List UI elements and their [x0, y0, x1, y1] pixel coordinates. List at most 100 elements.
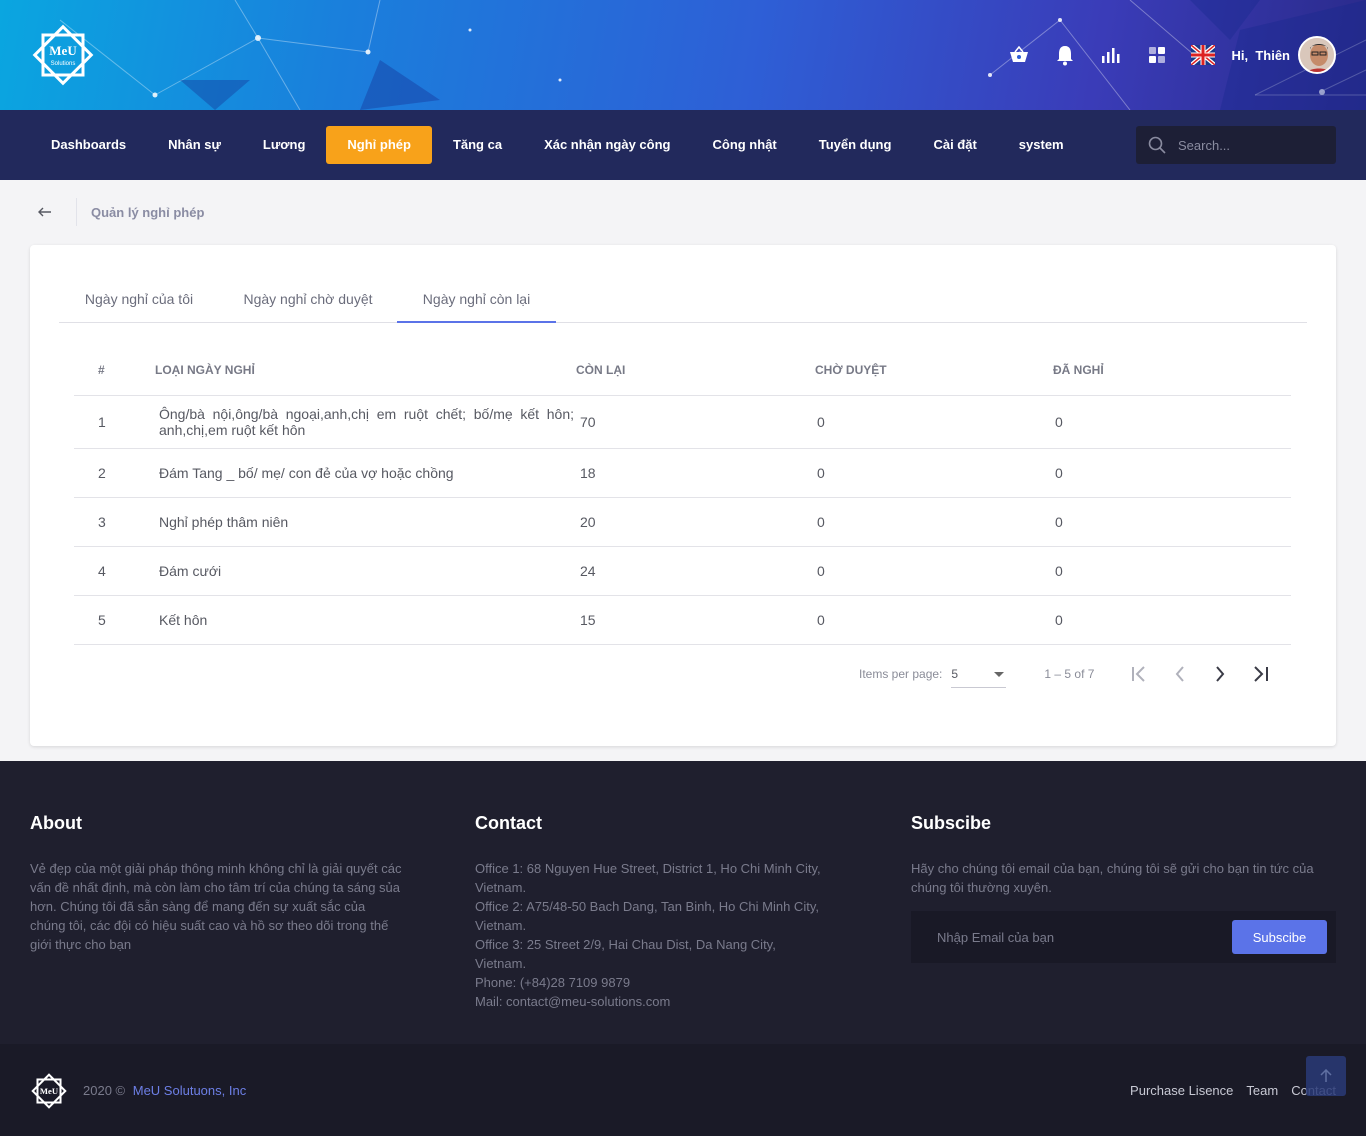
- last-page-icon[interactable]: [1240, 659, 1280, 689]
- search-input[interactable]: [1178, 126, 1328, 164]
- header-banner: MeU Solutions Hi, Thiên: [0, 0, 1366, 110]
- footer-about: About Vẻ đẹp của một giải pháp thông min…: [30, 813, 402, 954]
- cell-index: 2: [74, 448, 155, 498]
- uk-flag-icon[interactable]: [1191, 43, 1216, 67]
- cell-type: Đám Tang _ bố/ mẹ/ con đẻ của vợ hoặc ch…: [155, 448, 576, 498]
- col-header-used[interactable]: ĐÃ NGHỈ: [1053, 345, 1291, 396]
- contact-office-1: Office 1: 68 Nguyen Hue Street, District…: [475, 861, 821, 895]
- chart-icon[interactable]: [1099, 43, 1123, 67]
- contact-mail[interactable]: Mail: contact@meu-solutions.com: [475, 992, 830, 1011]
- nav-nghi-phep[interactable]: Nghỉ phép: [326, 126, 432, 164]
- copyright-year: 2020 ©: [83, 1083, 126, 1098]
- nav-dashboards[interactable]: Dashboards: [30, 126, 147, 164]
- search-icon: [1148, 136, 1166, 159]
- cell-used: 0: [1053, 448, 1291, 498]
- arrow-up-icon: [1320, 1069, 1332, 1082]
- cell-remaining: 15: [576, 595, 815, 645]
- cell-used: 0: [1053, 395, 1291, 449]
- first-page-icon[interactable]: [1120, 659, 1160, 689]
- cell-type: Ông/bà nội,ông/bà ngoại,anh,chị em ruột …: [155, 395, 576, 449]
- about-title: About: [30, 813, 82, 833]
- footer-subscribe: Subscibe Hãy cho chúng tôi email của bạn…: [911, 813, 1336, 897]
- col-header-pending[interactable]: CHỜ DUYỆT: [815, 345, 1053, 396]
- back-arrow-icon[interactable]: [30, 198, 60, 226]
- page-size-value: 5: [951, 667, 959, 681]
- leave-table: # LOẠI NGÀY NGHỈ CÒN LẠI CHỜ DUYỆT ĐÃ NG…: [74, 345, 1291, 645]
- contact-info: Office 1: 68 Nguyen Hue Street, District…: [475, 859, 830, 1011]
- cell-remaining: 20: [576, 497, 815, 547]
- nav-system[interactable]: system: [998, 126, 1085, 164]
- cell-remaining: 18: [576, 448, 815, 498]
- svg-text:MeU: MeU: [49, 43, 77, 58]
- subscribe-title: Subscibe: [911, 813, 992, 833]
- bottom-bar: MeU 2020 © MeU Solutuons, Inc Purchase L…: [0, 1044, 1366, 1136]
- leave-card: Ngày nghỉ của tôi Ngày nghỉ chờ duyệt Ng…: [30, 245, 1336, 746]
- nav-tang-ca[interactable]: Tăng ca: [432, 126, 523, 164]
- breadcrumb-divider: [76, 198, 77, 226]
- nav-cai-dat[interactable]: Cài đặt: [912, 126, 997, 164]
- cell-used: 0: [1053, 546, 1291, 596]
- user-avatar[interactable]: [1298, 36, 1336, 74]
- svg-text:Solutions: Solutions: [51, 61, 76, 67]
- cell-index: 5: [74, 595, 155, 645]
- cell-remaining: 24: [576, 546, 815, 596]
- cell-pending: 0: [815, 546, 1053, 596]
- cell-pending: 0: [815, 395, 1053, 449]
- next-page-icon[interactable]: [1200, 659, 1240, 689]
- email-field[interactable]: [937, 911, 1217, 963]
- page-size-select[interactable]: 5: [951, 660, 1007, 688]
- about-text: Vẻ đẹp của một giải pháp thông minh khôn…: [30, 861, 402, 952]
- breadcrumb: Quản lý nghỉ phép: [30, 198, 204, 226]
- nav-xac-nhan-ngay-cong[interactable]: Xác nhận ngày công: [523, 126, 691, 164]
- nav-luong[interactable]: Lương: [242, 126, 326, 164]
- link-purchase-license[interactable]: Purchase Lisence: [1130, 1083, 1233, 1098]
- nav-nhan-su[interactable]: Nhân sự: [147, 126, 242, 164]
- table-row: 5 Kết hôn 15 0 0: [74, 595, 1291, 645]
- bell-icon[interactable]: [1053, 43, 1077, 67]
- basket-icon[interactable]: [1007, 43, 1031, 67]
- link-team[interactable]: Team: [1246, 1083, 1278, 1098]
- cell-pending: 0: [815, 595, 1053, 645]
- cell-index: 1: [74, 395, 155, 449]
- chevron-down-icon: [994, 672, 1005, 677]
- active-tab-indicator: [397, 321, 556, 323]
- subscribe-text: Hãy cho chúng tôi email của bạn, chúng t…: [911, 861, 1314, 895]
- cell-pending: 0: [815, 448, 1053, 498]
- search-box: [1136, 126, 1336, 164]
- table-row: 1 Ông/bà nội,ông/bà ngoại,anh,chị em ruộ…: [74, 395, 1291, 449]
- cell-index: 3: [74, 497, 155, 547]
- col-header-type[interactable]: LOẠI NGÀY NGHỈ: [155, 345, 576, 396]
- tab-my-leave[interactable]: Ngày nghỉ của tôi: [59, 275, 219, 323]
- cell-remaining: 70: [576, 395, 815, 449]
- cell-used: 0: [1053, 595, 1291, 645]
- cell-type: Đám cưới: [155, 546, 576, 596]
- contact-office-2: Office 2: A75/48-50 Bach Dang, Tan Binh,…: [475, 899, 819, 933]
- company-logo[interactable]: MeU Solutions: [30, 22, 96, 88]
- brand-link[interactable]: MeU Solutuons, Inc: [133, 1083, 246, 1098]
- items-per-page-label: Items per page:: [859, 667, 943, 681]
- contact-title: Contact: [475, 813, 542, 833]
- copyright: 2020 © MeU Solutuons, Inc: [83, 1083, 246, 1098]
- nav-cong-nhat[interactable]: Công nhật: [691, 126, 797, 164]
- paginator: Items per page: 5 1 – 5 of 7: [859, 659, 1280, 689]
- prev-page-icon[interactable]: [1160, 659, 1200, 689]
- table-row: 2 Đám Tang _ bố/ mẹ/ con đẻ của vợ hoặc …: [74, 448, 1291, 498]
- tab-pending-leave[interactable]: Ngày nghỉ chờ duyệt: [219, 275, 397, 323]
- footer-contact: Contact Office 1: 68 Nguyen Hue Street, …: [475, 813, 830, 1011]
- tab-remaining-leave[interactable]: Ngày nghỉ còn lại: [397, 275, 556, 323]
- contact-office-3: Office 3: 25 Street 2/9, Hai Chau Dist, …: [475, 937, 776, 971]
- col-header-index: #: [74, 345, 155, 396]
- apps-icon[interactable]: [1145, 43, 1169, 67]
- user-greeting: Hi, Thiên: [1231, 47, 1290, 63]
- page-title: Quản lý nghỉ phép: [91, 204, 205, 220]
- footer-logo[interactable]: MeU: [30, 1072, 68, 1110]
- col-header-remaining[interactable]: CÒN LẠI: [576, 345, 815, 396]
- scroll-to-top-button[interactable]: [1306, 1056, 1346, 1096]
- main-nav: Dashboards Nhân sự Lương Nghỉ phép Tăng …: [0, 110, 1366, 180]
- contact-phone: Phone: (+84)28 7109 9879: [475, 975, 631, 990]
- subscribe-button[interactable]: Subscibe: [1232, 920, 1327, 954]
- svg-text:MeU: MeU: [40, 1086, 59, 1096]
- nav-tuyen-dung[interactable]: Tuyển dụng: [798, 126, 913, 164]
- cell-pending: 0: [815, 497, 1053, 547]
- table-row: 4 Đám cưới 24 0 0: [74, 546, 1291, 596]
